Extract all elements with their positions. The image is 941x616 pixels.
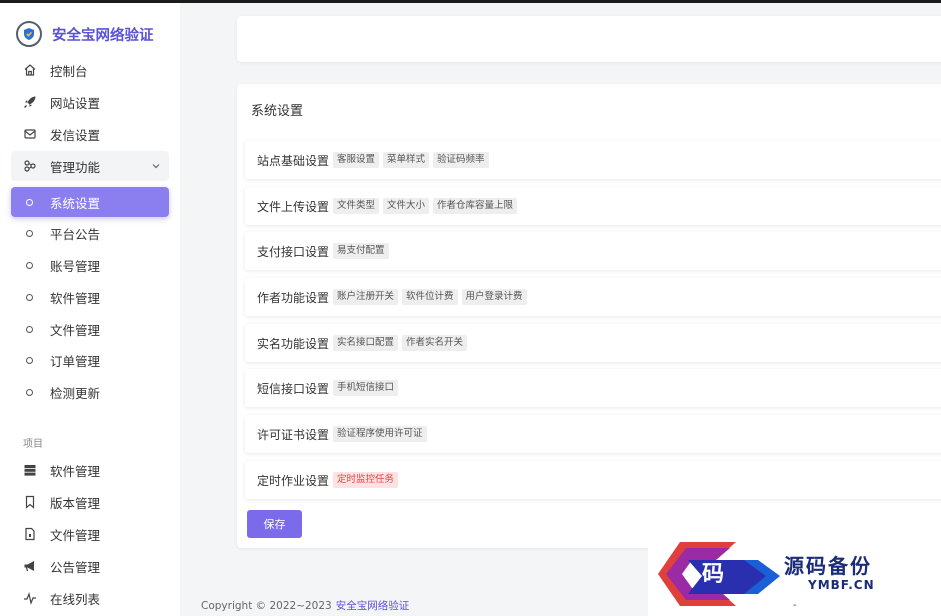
submenu-order-management[interactable]: 订单管理 bbox=[11, 345, 169, 375]
circle-icon bbox=[26, 356, 33, 364]
home-icon bbox=[22, 62, 38, 78]
pulse-icon bbox=[22, 590, 38, 606]
settings-row-realname[interactable]: 实名功能设置 实名接口配置 作者实名开关 bbox=[245, 324, 941, 362]
sidebar-item-website-settings[interactable]: 网站设置 bbox=[11, 87, 169, 117]
tag: 作者仓库容量上限 bbox=[433, 198, 518, 214]
brand[interactable]: 安全宝网络验证 bbox=[16, 20, 154, 48]
circle-icon bbox=[26, 293, 33, 301]
sidebar-item-label: 在线列表 bbox=[50, 591, 101, 607]
settings-row-file-upload[interactable]: 文件上传设置 文件类型 文件大小 作者仓库容量上限 bbox=[245, 187, 941, 225]
submenu-label: 检测更新 bbox=[50, 385, 101, 401]
submenu-label: 文件管理 bbox=[50, 322, 101, 338]
sidebar-section-title: 项目 bbox=[23, 439, 43, 450]
cluster-icon bbox=[22, 158, 38, 174]
sidebar-item-label: 软件管理 bbox=[50, 463, 101, 479]
settings-row-author-features[interactable]: 作者功能设置 账户注册开关 软件位计费 用户登录计费 bbox=[245, 278, 941, 316]
tag: 验证程序使用许可证 bbox=[333, 426, 427, 442]
watermark-char: 码 bbox=[702, 561, 725, 587]
circle-icon bbox=[26, 261, 33, 269]
sidebar-item-dashboard[interactable]: 控制台 bbox=[11, 55, 169, 85]
tag: 用户登录计费 bbox=[461, 289, 527, 305]
tag: 文件大小 bbox=[383, 198, 430, 214]
tag: 易支付配置 bbox=[333, 243, 389, 259]
circle-icon bbox=[26, 198, 33, 206]
tag: 软件位计费 bbox=[402, 289, 458, 305]
tag: 菜单样式 bbox=[383, 152, 430, 168]
bookmark-icon bbox=[22, 494, 38, 510]
circle-icon bbox=[26, 325, 33, 333]
tag: 作者实名开关 bbox=[402, 335, 468, 351]
row-label: 定时作业设置 bbox=[257, 473, 330, 488]
brand-name: 安全宝网络验证 bbox=[52, 27, 154, 44]
submenu-label: 账号管理 bbox=[50, 258, 101, 274]
settings-row-site-basic[interactable]: 站点基础设置 客服设置 菜单样式 验证码频率 bbox=[245, 141, 941, 179]
sidebar-item-announcement-management[interactable]: 公告管理 bbox=[11, 551, 169, 581]
submenu-label: 系统设置 bbox=[50, 195, 101, 211]
sidebar-item-label: 文件管理 bbox=[50, 527, 101, 543]
settings-row-scheduled-jobs[interactable]: 定时作业设置 定时监控任务 bbox=[245, 461, 941, 499]
footer-brand-link[interactable]: 安全宝网络验证 bbox=[336, 600, 410, 612]
submenu-label: 订单管理 bbox=[50, 353, 101, 369]
tag: 客服设置 bbox=[333, 152, 380, 168]
tag: 实名接口配置 bbox=[333, 335, 399, 351]
row-label: 文件上传设置 bbox=[257, 199, 330, 214]
row-label: 短信接口设置 bbox=[257, 381, 330, 396]
submenu-system-settings[interactable]: 系统设置 bbox=[11, 187, 169, 217]
chevron-down-icon bbox=[151, 160, 161, 174]
watermark-subtitle: YMBF.CN bbox=[808, 578, 875, 592]
mail-icon bbox=[22, 126, 38, 142]
tag: 验证码频率 bbox=[433, 152, 489, 168]
row-label: 支付接口设置 bbox=[257, 244, 330, 259]
footer: Copyright © 2022~2023 安全宝网络验证 bbox=[201, 598, 409, 613]
submenu-file-management[interactable]: 文件管理 bbox=[11, 314, 169, 344]
tag: 账户注册开关 bbox=[333, 289, 399, 305]
submenu-account-management[interactable]: 账号管理 bbox=[11, 250, 169, 280]
sidebar-item-online-list[interactable]: 在线列表 bbox=[11, 583, 169, 613]
watermark: 码 源码备份 YMBF.CN - bbox=[648, 536, 941, 616]
megaphone-icon bbox=[22, 558, 38, 574]
file-icon bbox=[22, 526, 38, 542]
rocket-icon bbox=[22, 94, 38, 110]
sidebar-item-management[interactable]: 管理功能 bbox=[11, 151, 169, 181]
submenu-label: 平台公告 bbox=[50, 226, 101, 242]
tag: 手机短信接口 bbox=[333, 380, 399, 396]
tag-danger: 定时监控任务 bbox=[333, 472, 399, 488]
submenu-software-management[interactable]: 软件管理 bbox=[11, 282, 169, 312]
sidebar-item-label: 网站设置 bbox=[50, 95, 101, 111]
server-icon bbox=[22, 462, 38, 478]
settings-row-sms[interactable]: 短信接口设置 手机短信接口 bbox=[245, 369, 941, 407]
settings-row-payment[interactable]: 支付接口设置 易支付配置 bbox=[245, 232, 941, 270]
top-card bbox=[237, 16, 941, 62]
sidebar: 安全宝网络验证 控制台 网站设置 发信设置 管理功能 系统设置 平台公告 账号管… bbox=[0, 3, 180, 616]
sidebar-item-project-files[interactable]: 文件管理 bbox=[11, 519, 169, 549]
sidebar-item-version-management[interactable]: 版本管理 bbox=[11, 487, 169, 517]
copyright-text: Copyright © 2022~2023 bbox=[201, 600, 332, 612]
tag: 文件类型 bbox=[333, 198, 380, 214]
row-label: 作者功能设置 bbox=[257, 290, 330, 305]
settings-card: 系统设置 站点基础设置 客服设置 菜单样式 验证码频率 文件上传设置 文件类型 … bbox=[237, 84, 941, 548]
circle-icon bbox=[26, 229, 33, 237]
shield-logo-icon bbox=[16, 21, 42, 47]
page-title: 系统设置 bbox=[251, 104, 304, 119]
save-button[interactable]: 保存 bbox=[247, 510, 302, 538]
watermark-title: 源码备份 bbox=[784, 554, 872, 578]
row-label: 实名功能设置 bbox=[257, 336, 330, 351]
submenu-platform-announcement[interactable]: 平台公告 bbox=[11, 218, 169, 248]
submenu-check-update[interactable]: 检测更新 bbox=[11, 377, 169, 407]
settings-row-license[interactable]: 许可证书设置 验证程序使用许可证 bbox=[245, 415, 941, 453]
sidebar-item-label: 发信设置 bbox=[50, 127, 101, 143]
row-label: 站点基础设置 bbox=[257, 153, 330, 168]
sidebar-item-label: 控制台 bbox=[50, 63, 88, 79]
sidebar-item-label: 版本管理 bbox=[50, 495, 101, 511]
row-label: 许可证书设置 bbox=[257, 427, 330, 442]
submenu-label: 软件管理 bbox=[50, 290, 101, 306]
sidebar-item-label: 公告管理 bbox=[50, 559, 101, 575]
circle-icon bbox=[26, 388, 33, 396]
sidebar-item-label: 管理功能 bbox=[50, 159, 101, 175]
watermark-dash: - bbox=[793, 600, 797, 611]
sidebar-item-mail-settings[interactable]: 发信设置 bbox=[11, 119, 169, 149]
sidebar-item-project-software[interactable]: 软件管理 bbox=[11, 455, 169, 485]
